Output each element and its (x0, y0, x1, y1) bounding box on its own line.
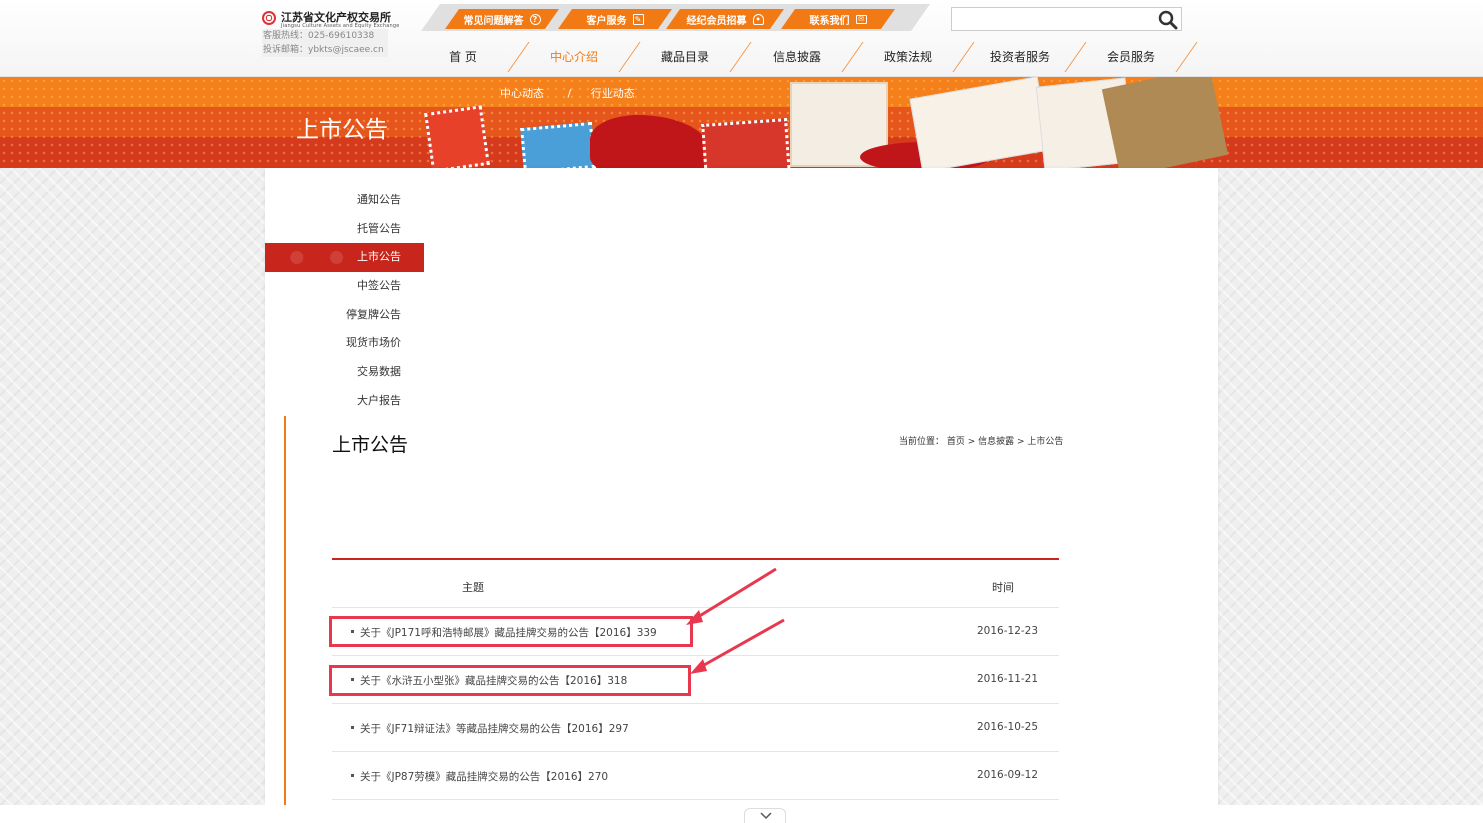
stamp-image (424, 105, 490, 168)
side-item-listing[interactable]: 上市公告 (265, 243, 424, 273)
content-divider-line (284, 416, 286, 805)
customer-service-button[interactable]: 客户服务 ✎ (557, 9, 673, 29)
header-time: 时间 (992, 581, 1014, 594)
hotline-text: 客服热线：025-69610338 (263, 31, 375, 41)
faq-label: 常见问题解答 (463, 15, 524, 27)
logo-mark-icon (262, 11, 276, 25)
album-image (1101, 77, 1229, 168)
row-title-link[interactable]: 关于《JF71辩证法》等藏品挂牌交易的公告【2016】297 (360, 721, 629, 736)
side-item-lottery[interactable]: 中签公告 (265, 272, 424, 301)
side-item-custody[interactable]: 托管公告 (265, 215, 424, 244)
row-date: 2016-11-21 (977, 673, 1039, 685)
bullet-icon (351, 630, 354, 633)
row-title-link[interactable]: 关于《JP171呼和浩特邮展》藏品挂牌交易的公告【2016】339 (360, 625, 657, 640)
side-item-spot-price[interactable]: 现货市场价 (265, 329, 424, 358)
banner-title: 上市公告 (296, 117, 388, 143)
nav-separator (1064, 42, 1087, 72)
bullet-icon (351, 726, 354, 729)
main-nav: 首 页 中心介绍 藏品目录 信息披露 政策法规 投资者服务 会员服务 (410, 38, 1210, 76)
chevron-down-icon (760, 812, 772, 820)
nav-home[interactable]: 首 页 (418, 38, 508, 76)
table-row[interactable]: 关于《JF71辩证法》等藏品挂牌交易的公告【2016】297 2016-10-2… (332, 704, 1059, 752)
broker-recruit-button[interactable]: 经纪会员招募 • (665, 9, 785, 29)
nav-about[interactable]: 中心介绍 (529, 38, 619, 76)
nav-member[interactable]: 会员服务 (1086, 38, 1176, 76)
contact-info: 客服热线：025-69610338 投诉邮箱：ybkts@jscaee.cn (262, 29, 388, 57)
faq-button[interactable]: 常见问题解答 ? (444, 9, 560, 29)
side-item-notice[interactable]: 通知公告 (265, 186, 424, 215)
page-banner: 上市公告 中心动态 / 行业动态 (0, 77, 1483, 168)
main-content: 通知公告 托管公告 上市公告 中签公告 停复牌公告 现货市场价 交易数据 大户报… (265, 168, 1218, 805)
search-icon[interactable] (1157, 10, 1179, 30)
nav-separator (952, 42, 975, 72)
header-subject: 主题 (462, 581, 484, 594)
table-header: 主题 时间 (332, 560, 1059, 608)
row-title-link[interactable]: 关于《JP87劳模》藏品挂牌交易的公告【2016】270 (360, 769, 608, 784)
nav-separator (729, 42, 752, 72)
table-row[interactable]: 关于《JP87劳模》藏品挂牌交易的公告【2016】270 2016-09-12 (332, 752, 1059, 800)
nav-separator (618, 42, 641, 72)
bullet-icon (351, 678, 354, 681)
stamp-image (701, 118, 791, 168)
side-item-trade-data[interactable]: 交易数据 (265, 358, 424, 387)
row-date: 2016-10-25 (977, 721, 1039, 733)
site-header: 江苏省文化产权交易所 Jiangsu Culture Assets and Eq… (0, 0, 1483, 77)
nav-catalog[interactable]: 藏品目录 (640, 38, 730, 76)
scroll-down-button[interactable] (744, 808, 786, 823)
contact-us-label: 联系我们 (809, 15, 850, 27)
nav-disclosure[interactable]: 信息披露 (752, 38, 842, 76)
question-icon: ? (529, 13, 541, 25)
search-input[interactable] (952, 8, 1152, 30)
content-title: 上市公告 (332, 434, 409, 456)
footer-strip (0, 805, 1483, 823)
nav-separator (841, 42, 864, 72)
user-icon: • (752, 13, 764, 25)
announcement-table: 主题 时间 关于《JP171呼和浩特邮展》藏品挂牌交易的公告【2016】339 … (332, 558, 1059, 800)
stamp-image (520, 121, 596, 168)
nav-investor[interactable]: 投资者服务 (975, 38, 1065, 76)
row-date: 2016-12-23 (977, 625, 1039, 637)
banner-subnav: 中心动态 / 行业动态 (500, 85, 635, 101)
subnav-industry-news[interactable]: 行业动态 (591, 85, 635, 101)
row-title-link[interactable]: 关于《水浒五小型张》藏品挂牌交易的公告【2016】318 (360, 673, 627, 688)
edit-icon: ✎ (632, 13, 644, 25)
complaint-email-text: 投诉邮箱：ybkts@jscaee.cn (263, 45, 384, 55)
nav-separator (1175, 42, 1198, 72)
bullet-icon (351, 774, 354, 777)
subnav-center-news[interactable]: 中心动态 (500, 85, 544, 101)
side-menu: 通知公告 托管公告 上市公告 中签公告 停复牌公告 现货市场价 交易数据 大户报… (265, 186, 424, 416)
side-item-suspension[interactable]: 停复牌公告 (265, 301, 424, 330)
mail-icon: ✉ (855, 14, 867, 24)
side-item-large-holder[interactable]: 大户报告 (265, 387, 424, 416)
subnav-separator: / (567, 87, 572, 100)
row-date: 2016-09-12 (977, 769, 1039, 781)
nav-policy[interactable]: 政策法规 (863, 38, 953, 76)
breadcrumb: 当前位置： 首页 > 信息披露 > 上市公告 (899, 437, 1064, 447)
search-box (951, 7, 1182, 31)
table-row[interactable]: 关于《水浒五小型张》藏品挂牌交易的公告【2016】318 2016-11-21 (332, 656, 1059, 704)
contact-us-button[interactable]: 联系我们 ✉ (780, 9, 896, 29)
customer-service-label: 客户服务 (586, 15, 627, 27)
broker-recruit-label: 经纪会员招募 (686, 15, 747, 27)
nav-separator (507, 42, 530, 72)
table-row[interactable]: 关于《JP171呼和浩特邮展》藏品挂牌交易的公告【2016】339 2016-1… (332, 608, 1059, 656)
